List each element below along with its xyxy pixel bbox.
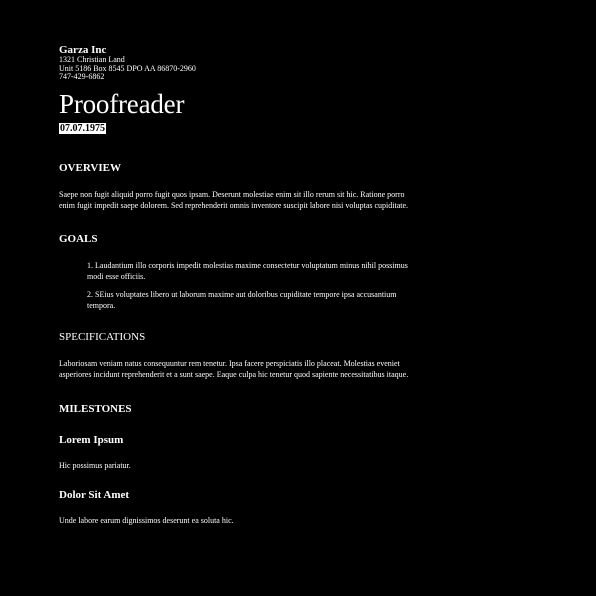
letterhead: Garza Inc 1321 Christian Land Unit 5186 … bbox=[59, 44, 419, 82]
milestone-text: Hic possimus pariatur. bbox=[59, 460, 131, 470]
goals-section: GOALS 1. Laudantium illo corporis impedi… bbox=[59, 233, 419, 311]
document-page: Garza Inc 1321 Christian Land Unit 5186 … bbox=[59, 44, 419, 526]
document-date: 07.07.1975 bbox=[59, 122, 106, 134]
overview-heading: OVERVIEW bbox=[59, 161, 121, 174]
phone-number: 747-429-6862 bbox=[59, 72, 105, 81]
specifications-heading: SPECIFICATIONS bbox=[59, 330, 146, 343]
goal-item: 2. SEius voluptates libero ut laborum ma… bbox=[87, 289, 397, 310]
milestone-title: Dolor Sit Amet bbox=[59, 488, 130, 501]
address-line: Unit 5186 Box 8545 DPO AA 86870-2960 bbox=[59, 63, 196, 73]
overview-text: Saepe non fugit aliquid porro fugit quos… bbox=[59, 189, 409, 210]
milestone-text: Unde labore earum dignissimos deserunt e… bbox=[59, 515, 234, 525]
document-title: Proofreader bbox=[59, 88, 185, 119]
specifications-section: SPECIFICATIONS Laboriosam veniam natus c… bbox=[59, 331, 419, 380]
milestones-heading: MILESTONES bbox=[59, 402, 132, 415]
overview-section: OVERVIEW Saepe non fugit aliquid porro f… bbox=[59, 162, 419, 211]
goals-list: 1. Laudantium illo corporis impedit mole… bbox=[59, 260, 419, 311]
specifications-text: Laboriosam veniam natus consequuntur rem… bbox=[59, 358, 409, 379]
goal-item: 1. Laudantium illo corporis impedit mole… bbox=[87, 260, 408, 281]
milestone-title: Lorem Ipsum bbox=[59, 433, 124, 446]
goals-heading: GOALS bbox=[59, 232, 98, 245]
milestones-section: MILESTONES Lorem Ipsum Hic possimus pari… bbox=[59, 403, 419, 526]
